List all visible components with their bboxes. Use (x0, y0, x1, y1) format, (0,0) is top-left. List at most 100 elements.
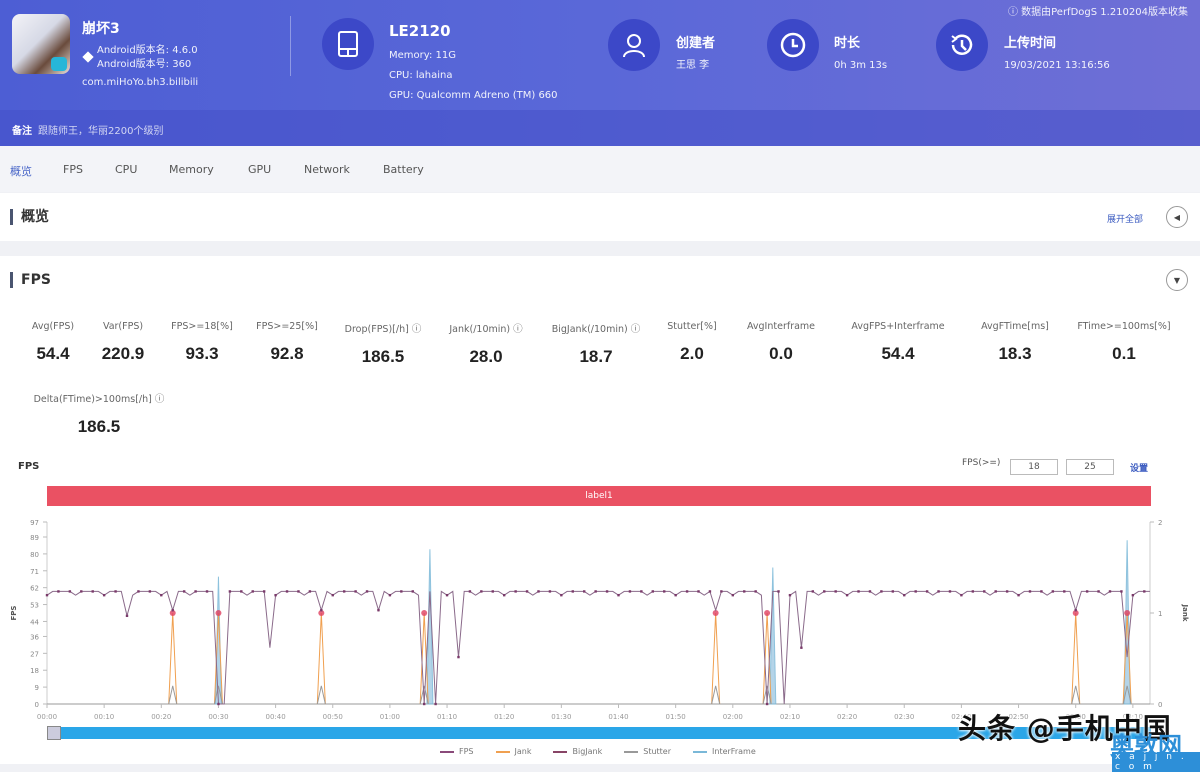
app-icon (12, 14, 70, 74)
duration-value: 0h 3m 13s (834, 60, 888, 71)
tab-network[interactable]: Network (304, 163, 350, 176)
chart-title: FPS (18, 461, 40, 472)
metric-value: 92.8 (270, 344, 304, 363)
legend-label: Jank (514, 747, 532, 756)
legend-swatch (693, 750, 708, 753)
fps-threshold-label: FPS(>=) (962, 458, 1001, 468)
set-button[interactable]: 设置 (1130, 461, 1148, 474)
remark: 备注 跟随师王，华丽2200个级别 (12, 122, 163, 137)
tab-bar: 概览 FPS CPU Memory GPU Network Battery (0, 146, 1200, 192)
tab-gpu[interactable]: GPU (248, 163, 271, 176)
legend-stutter[interactable]: Stutter (624, 747, 671, 756)
metric-value: 18.7 (579, 347, 613, 366)
tab-memory[interactable]: Memory (169, 163, 214, 176)
legend-label: BigJank (572, 747, 603, 756)
metric-value: 93.3 (185, 344, 219, 363)
duration-title: 时长 (834, 36, 861, 51)
metric-value: 54.4 (881, 344, 915, 363)
creator-value: 王思 李 (676, 60, 710, 71)
remark-label: 备注 (12, 126, 32, 137)
metric-label: Stutter[%] (667, 321, 717, 332)
metric-label: Avg(FPS) (31, 321, 75, 332)
tab-battery[interactable]: Battery (383, 163, 424, 176)
tab-overview[interactable]: 概览 (10, 163, 32, 179)
metric-ftime-100: FTime>=100ms[%] 0.1 (1072, 321, 1176, 364)
device-memory: Memory: 11G (389, 50, 456, 61)
version-note: ⓘ 数据由PerfDogS 1.210204版本收集 (1008, 3, 1188, 18)
legend-label: InterFrame (712, 747, 756, 756)
creator-title: 创建者 (676, 36, 716, 51)
app-name: 崩坏3 (82, 21, 120, 37)
fps-threshold-input-2[interactable]: 25 (1066, 459, 1114, 475)
metric-delta-ftime: Delta(FTime)>100ms[/h] ⓘ 186.5 (28, 391, 170, 437)
chevron-left-icon: ◀ (1173, 212, 1181, 222)
upload-time-title: 上传时间 (1004, 36, 1057, 51)
tab-cpu[interactable]: CPU (115, 163, 137, 176)
legend-swatch (553, 750, 568, 753)
remark-text: 跟随师王，华丽2200个级别 (38, 126, 164, 137)
chevron-down-icon: ▼ (1173, 275, 1181, 285)
legend-fps[interactable]: FPS (440, 747, 474, 756)
package-name: com.miHoYo.bh3.bilibili (82, 77, 199, 88)
metric-label: Var(FPS) (102, 321, 144, 332)
legend-jank[interactable]: Jank (495, 747, 532, 756)
device-model: LE2120 (389, 22, 451, 40)
legend-label: FPS (459, 747, 474, 756)
metric-fps-18: FPS>=18[%] 93.3 (166, 321, 238, 364)
fps-section-title: FPS (10, 272, 51, 288)
user-icon (608, 19, 660, 71)
metric-label: AvgFPS+Interframe (851, 321, 945, 332)
metric-value: 2.0 (680, 344, 704, 363)
legend-swatch (624, 750, 639, 753)
app-badge-icon (51, 57, 67, 71)
fps-collapse-button[interactable]: ▼ (1166, 269, 1188, 291)
legend-bigjank[interactable]: BigJank (553, 747, 602, 756)
label-bar[interactable]: label1 (47, 486, 1151, 506)
metric-avg-fps: Avg(FPS) 54.4 (22, 321, 84, 364)
remark-bar (0, 110, 1200, 146)
history-icon (936, 19, 988, 71)
overview-card: 概览 展开全部 ◀ (0, 193, 1200, 241)
metric-value: 0.0 (769, 344, 793, 363)
metric-label: Jank(/10min) ⓘ (449, 324, 523, 335)
metric-stutter: Stutter[%] 2.0 (660, 321, 724, 364)
metric-value: 186.5 (361, 347, 405, 366)
device-icon (322, 18, 374, 70)
metric-var-fps: Var(FPS) 220.9 (92, 321, 154, 364)
metric-value: 186.5 (77, 417, 121, 436)
legend-interframe[interactable]: InterFrame (693, 747, 756, 756)
chart-legend: FPS Jank BigJank Stutter InterFrame (440, 747, 756, 756)
metric-label: FPS>=18[%] (171, 321, 233, 332)
metric-avg-fps-interframe: AvgFPS+Interframe 54.4 (840, 321, 956, 364)
metric-value: 28.0 (469, 347, 503, 366)
report-header: 崩坏3 Android版本名: 4.6.0 Android版本号: 360 co… (0, 0, 1200, 146)
clock-icon (767, 19, 819, 71)
metric-avg-interframe: AvgInterframe 0.0 (734, 321, 828, 364)
device-cpu: CPU: lahaina (389, 70, 453, 81)
fps-threshold-input-1[interactable]: 18 (1010, 459, 1058, 475)
metric-label: AvgFTime[ms] (981, 321, 1049, 332)
tab-fps[interactable]: FPS (63, 163, 83, 176)
metric-avg-ftime: AvgFTime[ms] 18.3 (970, 321, 1060, 364)
slider-handle[interactable] (47, 726, 61, 740)
overview-title: 概览 (10, 209, 49, 225)
collapse-button[interactable]: ◀ (1166, 206, 1188, 228)
metric-drop-fps: Drop(FPS)[/h] ⓘ 186.5 (338, 321, 428, 367)
metric-value: 220.9 (101, 344, 145, 363)
legend-swatch (495, 750, 510, 753)
info-icon: ⓘ (1007, 7, 1022, 18)
watermark-domain: x a j j n . c o m (1112, 752, 1200, 772)
metric-value: 54.4 (36, 344, 70, 363)
metric-label: FTime>=100ms[%] (1077, 321, 1171, 332)
metric-value: 0.1 (1112, 344, 1136, 363)
metric-label: FPS>=25[%] (256, 321, 318, 332)
android-icon (82, 51, 94, 63)
legend-label: Stutter (643, 747, 672, 756)
metric-bigjank: BigJank(/10min) ⓘ 18.7 (544, 321, 648, 367)
metric-jank: Jank(/10min) ⓘ 28.0 (442, 321, 530, 367)
android-version-code: Android版本号: 360 (97, 59, 192, 70)
metric-label: Drop(FPS)[/h] ⓘ (344, 324, 422, 335)
expand-all-link[interactable]: 展开全部 (1107, 212, 1143, 225)
metric-label: AvgInterframe (746, 321, 816, 332)
device-gpu: GPU: Qualcomm Adreno (TM) 660 (389, 90, 558, 101)
